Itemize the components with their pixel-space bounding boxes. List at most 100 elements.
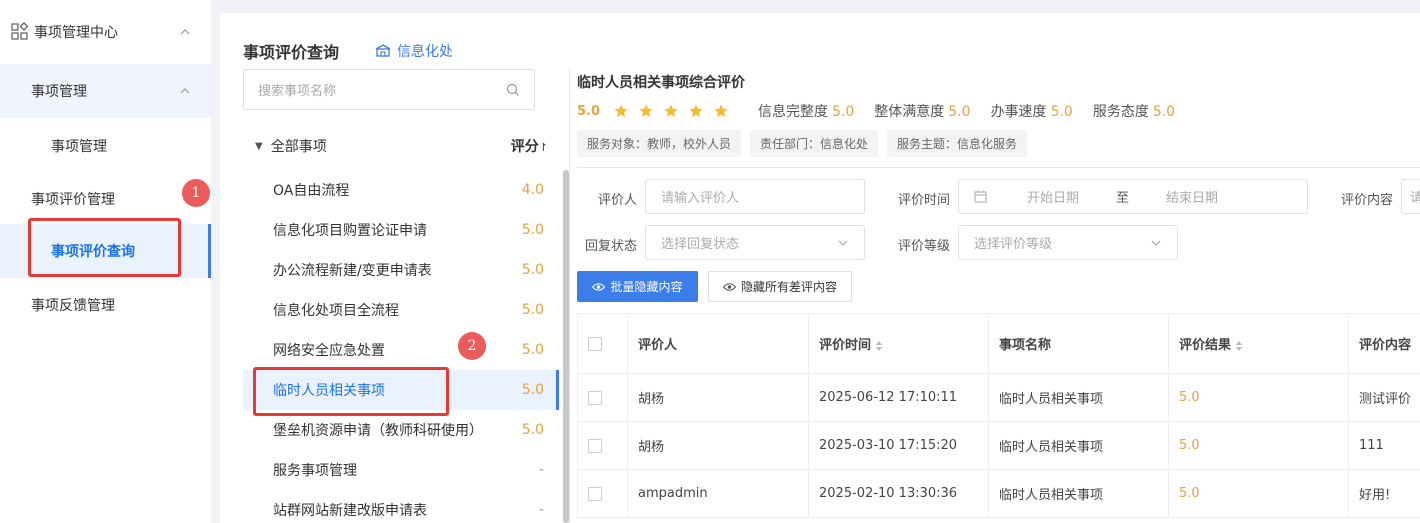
tag-responsible-dept: 责任部门：信息化处	[750, 130, 879, 157]
dept-link[interactable]: 信息化处	[375, 41, 453, 61]
end-date-placeholder[interactable]: 结束日期	[1166, 187, 1218, 206]
reply-status-select[interactable]: 选择回复状态	[645, 225, 865, 260]
table-row: 胡杨 2025-06-12 17:10:11 临时人员相关事项 5.0 测试评价	[577, 373, 1420, 422]
cell-eval-time: 2025-03-10 17:15:20	[808, 421, 989, 470]
metric-value: 5.0	[1152, 104, 1176, 120]
tree-item-name: 信息化处项目全流程	[273, 303, 399, 319]
eval-level-label: 评价等级	[898, 239, 951, 254]
table-row: 胡杨 2025-03-10 17:15:20 临时人员相关事项 5.0 111	[577, 421, 1420, 470]
sidebar-item-feedback-mgmt[interactable]: 事项反馈管理	[0, 278, 211, 332]
tree-item[interactable]: 信息化处项目全流程 5.0	[243, 290, 559, 330]
tag-service-target: 服务对象：教师，校外人员	[577, 130, 742, 157]
header-evaluator: 评价人	[627, 313, 809, 374]
sidebar-item-eval-mgmt[interactable]: 事项评价管理	[0, 174, 211, 224]
sidebar-group: 事项管理	[0, 64, 211, 118]
sort-icon[interactable]	[875, 340, 883, 352]
search-icon[interactable]	[506, 83, 520, 97]
annotation-badge-1: 1	[182, 179, 210, 207]
row-select-cell	[577, 373, 628, 422]
batch-hide-label: 批量隐藏内容	[610, 280, 683, 294]
header-eval-time[interactable]: 评价时间	[808, 313, 989, 374]
eval-level-select[interactable]: 选择评价等级	[958, 225, 1178, 260]
batch-hide-button[interactable]: 批量隐藏内容	[577, 271, 698, 302]
metric-overall-satisfaction: 整体满意度 5.0	[874, 101, 970, 121]
eval-content-label: 评价内容	[1341, 193, 1394, 208]
tag-list: 服务对象：教师，校外人员 责任部门：信息化处 服务主题：信息化服务	[577, 130, 1028, 157]
main-panel: 事项评价查询 信息化处 搜索事项名称 ▼ 全部事项 评分↾ OA自由流程 4.0 …	[220, 13, 1420, 523]
row-checkbox[interactable]	[588, 390, 602, 405]
cell-eval-result: 5.0	[1168, 469, 1349, 518]
metric-value: 5.0	[1050, 104, 1073, 120]
metric-attitude: 服务态度 5.0	[1093, 101, 1175, 121]
tree-root[interactable]: ▼ 全部事项 评分↾	[243, 133, 553, 159]
hide-bad-reviews-button[interactable]: 隐藏所有差评内容	[708, 271, 852, 302]
tree-item-name: 办公流程新建/变更申请表	[273, 263, 432, 279]
cell-evaluator: 胡杨	[627, 373, 809, 422]
tree-item-score: 5.0	[521, 302, 544, 318]
cell-evaluator: 胡杨	[627, 421, 809, 470]
tree-item[interactable]: 站群网站新建改版申请表 -	[243, 490, 559, 523]
dept-label: 信息化处	[397, 44, 454, 60]
evaluator-input[interactable]: 请输入评价人	[645, 179, 865, 214]
start-date-placeholder[interactable]: 开始日期	[1027, 187, 1079, 206]
page-title: 事项评价查询	[243, 43, 340, 62]
metric-info-completeness: 信息完整度 5.0	[758, 101, 854, 121]
eval-level-placeholder: 选择评价等级	[974, 237, 1053, 252]
sidebar-item-label: 事项评价管理	[31, 192, 115, 208]
range-separator: 至	[1116, 191, 1130, 206]
sidebar-top-title: 事项管理中心	[34, 25, 118, 41]
caret-down-icon[interactable]: ▼	[255, 141, 263, 152]
tree-item[interactable]: OA自由流程 4.0	[243, 170, 559, 210]
sidebar-group-label: 事项管理	[31, 84, 87, 100]
chevron-up-icon	[180, 29, 190, 35]
calendar-icon	[974, 190, 987, 203]
star-icon	[664, 104, 678, 117]
tag-service-theme: 服务主题：信息化服务	[887, 130, 1028, 157]
select-all-checkbox[interactable]	[588, 336, 602, 351]
tree-item-name: OA自由流程	[273, 183, 350, 199]
star-icon	[639, 104, 653, 117]
sidebar-group-header[interactable]: 事项管理	[0, 64, 211, 118]
tree-item-score: 5.0	[521, 422, 544, 438]
cell-matter-name: 临时人员相关事项	[988, 373, 1169, 422]
cell-matter-name: 临时人员相关事项	[988, 421, 1169, 470]
metric-label: 服务态度	[1092, 104, 1149, 120]
metric-value: 5.0	[832, 104, 855, 120]
search-input[interactable]: 搜索事项名称	[243, 69, 535, 110]
tree-item-score: 5.0	[521, 262, 544, 278]
tree-item[interactable]: 办公流程新建/变更申请表 5.0	[243, 250, 559, 290]
rating-summary: 5.0 信息完整度 5.0 整体满意度 5.0 办事速度 5.0 服务态度 5.0	[577, 101, 1195, 121]
page-header: 事项评价查询 信息化处	[243, 39, 453, 63]
divider	[577, 167, 1420, 168]
tree-item[interactable]: 服务事项管理 -	[243, 450, 559, 490]
cell-eval-result: 5.0	[1168, 373, 1349, 422]
tree-item[interactable]: 堡垒机资源申请（教师科研使用） 5.0	[243, 410, 559, 450]
evaluator-label: 评价人	[598, 193, 638, 208]
table-row: ampadmin 2025-02-10 13:30:36 临时人员相关事项 5.…	[577, 469, 1420, 518]
metric-label: 办事速度	[990, 104, 1047, 120]
header-eval-result[interactable]: 评价结果	[1168, 313, 1349, 374]
score-column-header[interactable]: 评分↾	[511, 136, 548, 156]
sidebar-item-matter-mgmt[interactable]: 事项管理	[0, 118, 211, 174]
tree-item[interactable]: 信息化项目购置论证申请 5.0	[243, 210, 559, 250]
star-icon	[714, 104, 728, 117]
eval-content-input[interactable]: 请	[1401, 179, 1420, 214]
cell-eval-content: 测试评价	[1348, 373, 1420, 422]
search-placeholder: 搜索事项名称	[258, 84, 337, 99]
sidebar-top-menu[interactable]: 事项管理中心	[0, 0, 211, 64]
tree-item-score: 5.0	[521, 222, 544, 238]
eye-icon	[722, 282, 736, 291]
apps-grid-icon	[11, 22, 29, 40]
date-range-picker[interactable]: 开始日期 至 结束日期	[958, 179, 1308, 214]
tree-item[interactable]: 网络安全应急处置 5.0	[243, 330, 559, 370]
tree-list: OA自由流程 4.0 信息化项目购置论证申请 5.0 办公流程新建/变更申请表 5.0…	[243, 170, 559, 523]
eval-time-label: 评价时间	[898, 193, 951, 208]
row-checkbox[interactable]	[588, 438, 602, 453]
row-checkbox[interactable]	[588, 486, 602, 501]
cell-evaluator: ampadmin	[627, 469, 809, 518]
sort-icon[interactable]	[1235, 340, 1243, 352]
tree-item-score: 4.0	[521, 182, 544, 198]
evaluator-placeholder: 请输入评价人	[661, 191, 740, 206]
hide-bad-reviews-label: 隐藏所有差评内容	[740, 280, 837, 294]
row-select-cell	[577, 421, 628, 470]
